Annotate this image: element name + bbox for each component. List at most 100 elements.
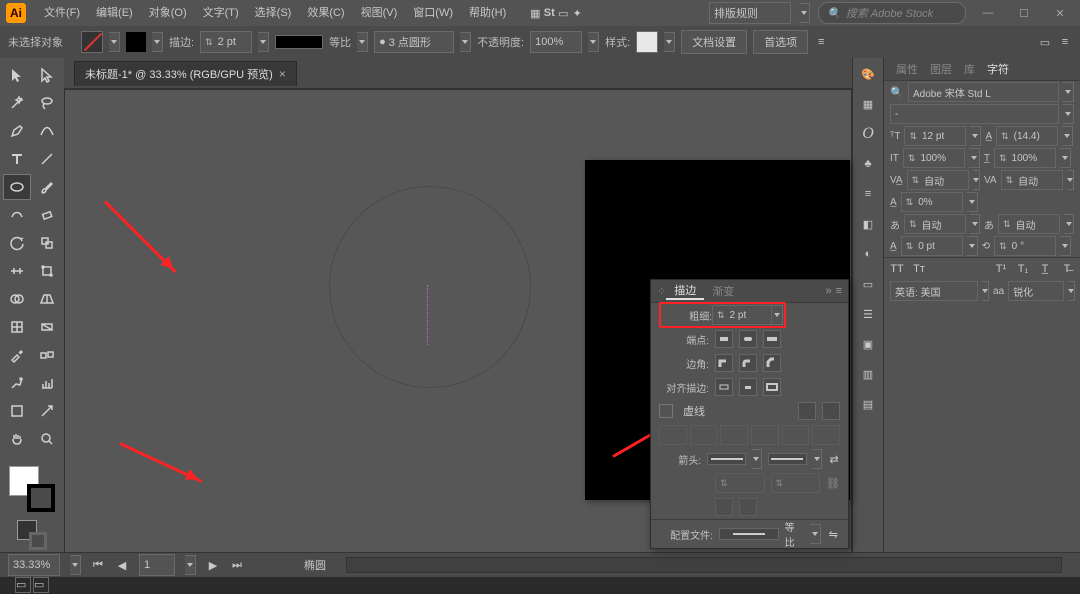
zoom-level[interactable]: 33.33%	[8, 554, 60, 576]
dash-3[interactable]	[782, 425, 810, 445]
prefs-button[interactable]: 首选项	[753, 30, 808, 54]
swatches-panel-icon[interactable]: ▦	[858, 94, 878, 114]
fill-drop[interactable]	[109, 32, 120, 52]
graphic-styles-icon[interactable]: ▭	[858, 274, 878, 294]
style-drop2[interactable]	[1063, 104, 1074, 124]
perspective-tool[interactable]	[33, 286, 61, 312]
mesh-tool[interactable]	[3, 314, 31, 340]
font-style[interactable]: -	[890, 104, 1059, 124]
allcaps-icon[interactable]: TT	[890, 262, 904, 276]
cap-butt[interactable]	[715, 330, 733, 348]
flip-x-icon[interactable]: ⇋	[827, 527, 840, 541]
cap-round[interactable]	[739, 330, 757, 348]
aki-drop2[interactable]	[1064, 214, 1074, 234]
free-transform-tool[interactable]	[33, 258, 61, 284]
brush-drop[interactable]	[460, 32, 471, 52]
stroke-weight-drop[interactable]	[258, 32, 269, 52]
cap-projecting[interactable]	[763, 330, 781, 348]
bridge-icon[interactable]: ▦	[528, 6, 542, 20]
stroke-drop[interactable]	[152, 32, 163, 52]
menu-file[interactable]: 文件(F)	[36, 0, 88, 26]
menu-select[interactable]: 选择(S)	[247, 0, 300, 26]
dash-align-2[interactable]	[822, 402, 840, 420]
width-tool[interactable]	[3, 258, 31, 284]
lasso-tool[interactable]	[33, 90, 61, 116]
gpu-icon[interactable]: ✦	[570, 6, 584, 20]
screen-mode-normal[interactable]: ▭	[15, 577, 31, 593]
close-button[interactable]: ✕	[1046, 5, 1074, 21]
blend-tool[interactable]	[33, 342, 61, 368]
align-center[interactable]	[715, 378, 733, 396]
profile-drop[interactable]	[357, 32, 368, 52]
aa-drop[interactable]	[1068, 281, 1075, 301]
superscript-icon[interactable]: T¹	[994, 262, 1008, 276]
tab-character[interactable]: 字符	[981, 61, 1015, 77]
tab-stroke[interactable]: 描边	[666, 282, 704, 300]
zoom-drop[interactable]	[70, 555, 81, 575]
curvature-tool[interactable]	[33, 118, 61, 144]
brush-picker[interactable]: ● 3 点圆形	[374, 31, 454, 53]
doc-setup-button[interactable]: 文档设置	[681, 30, 747, 54]
style-swatch[interactable]	[636, 31, 658, 53]
font-family[interactable]: Adobe 宋体 Std L	[908, 82, 1059, 102]
dashed-checkbox[interactable]	[659, 404, 673, 418]
aki-left[interactable]: 自动	[904, 214, 966, 234]
stroke-weight-field[interactable]: 2 pt	[712, 305, 772, 325]
rotate-tool[interactable]	[3, 230, 31, 256]
transparency-panel-icon[interactable]: ◧	[858, 214, 878, 234]
profile-drop-2[interactable]	[810, 524, 821, 544]
vscale[interactable]: 100%	[903, 148, 965, 168]
stock-icon[interactable]: St	[542, 6, 556, 20]
nav-prev-icon[interactable]: ◀	[115, 558, 129, 572]
asset-export-icon[interactable]: ▣	[858, 334, 878, 354]
type-tool[interactable]	[3, 146, 31, 172]
stroke-panel-icon[interactable]: ≡	[858, 184, 878, 204]
zoom-tool[interactable]	[33, 426, 61, 452]
join-miter[interactable]	[715, 354, 733, 372]
font-drop[interactable]	[1063, 82, 1074, 102]
libraries-icon[interactable]: ▤	[858, 394, 878, 414]
appearance-panel-icon[interactable]: ◐	[858, 244, 878, 264]
size-drop[interactable]	[970, 126, 981, 146]
eraser-tool[interactable]	[33, 202, 61, 228]
gap-1[interactable]	[690, 425, 718, 445]
arrow-scale-start[interactable]	[715, 473, 765, 493]
fill-stroke-control[interactable]	[9, 466, 55, 512]
track-drop[interactable]	[1067, 170, 1074, 190]
panel-menu-icon[interactable]: ≡	[836, 285, 842, 297]
arrow-ext-1[interactable]	[715, 498, 733, 516]
fill-swatch[interactable]	[81, 31, 103, 53]
align-outside[interactable]	[763, 378, 781, 396]
arrow-end[interactable]	[768, 453, 807, 465]
subscript-icon[interactable]: T₁	[1016, 262, 1030, 276]
nav-last-icon[interactable]: ⏭	[230, 558, 244, 572]
leading[interactable]: (14.4)	[996, 126, 1058, 146]
language[interactable]: 英语: 美国	[890, 281, 978, 301]
selection-tool[interactable]	[3, 62, 31, 88]
style-drop[interactable]	[664, 32, 675, 52]
pen-tool[interactable]	[3, 118, 31, 144]
nav-first-icon[interactable]: ⏮	[91, 558, 105, 572]
aki-right[interactable]: 自动	[998, 214, 1060, 234]
eyedropper-tool[interactable]	[3, 342, 31, 368]
char-rotation[interactable]: 0°	[994, 236, 1056, 256]
dash-align-1[interactable]	[798, 402, 816, 420]
slice-tool[interactable]	[33, 398, 61, 424]
baseline-drop[interactable]	[967, 192, 978, 212]
join-round[interactable]	[739, 354, 757, 372]
tab-layers[interactable]: 图层	[924, 61, 958, 77]
dash-2[interactable]	[720, 425, 748, 445]
hscrollbar[interactable]	[346, 557, 1062, 573]
document-tab[interactable]: 未标题-1* @ 33.33% (RGB/GPU 预览)	[74, 61, 297, 86]
shaper-tool[interactable]	[3, 202, 31, 228]
artboard-tool[interactable]	[3, 398, 31, 424]
arrange-icon[interactable]: ▭	[556, 6, 570, 20]
underline-icon[interactable]: T̲	[1038, 262, 1052, 276]
workspace-drop[interactable]	[799, 3, 810, 23]
layers-panel-icon[interactable]: ☰	[858, 304, 878, 324]
leading-drop[interactable]	[1062, 126, 1073, 146]
fill-stroke-alt[interactable]	[17, 520, 47, 550]
magic-wand-tool[interactable]	[3, 90, 31, 116]
gap-2[interactable]	[751, 425, 779, 445]
tab-gradient[interactable]: 渐变	[704, 283, 742, 299]
